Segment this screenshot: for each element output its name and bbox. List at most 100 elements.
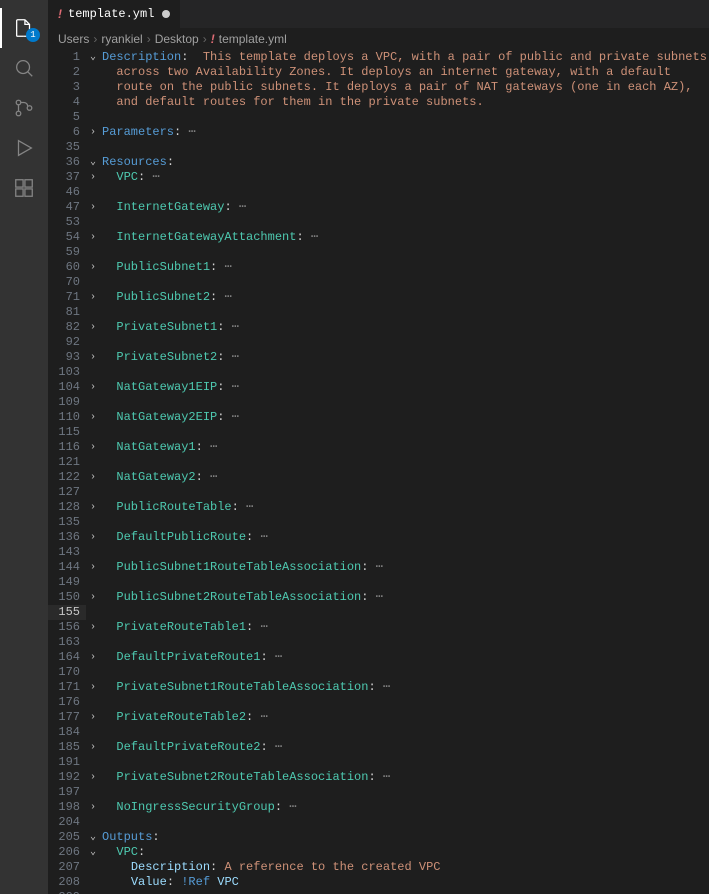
code-line[interactable]: 54› InternetGatewayAttachment: ⋯ xyxy=(48,230,709,245)
code-line[interactable]: 198› NoIngressSecurityGroup: ⋯ xyxy=(48,800,709,815)
code-line[interactable]: 110› NatGateway2EIP: ⋯ xyxy=(48,410,709,425)
code-line[interactable]: 171› PrivateSubnet1RouteTableAssociation… xyxy=(48,680,709,695)
code-editor[interactable]: 1⌄Description: This template deploys a V… xyxy=(48,50,709,894)
code-line[interactable]: 136› DefaultPublicRoute: ⋯ xyxy=(48,530,709,545)
code-line[interactable]: 164› DefaultPrivateRoute1: ⋯ xyxy=(48,650,709,665)
code-line[interactable]: 47› InternetGateway: ⋯ xyxy=(48,200,709,215)
code-line[interactable]: 127 xyxy=(48,485,709,500)
code-line[interactable]: 116› NatGateway1: ⋯ xyxy=(48,440,709,455)
fold-right-icon[interactable]: › xyxy=(86,500,100,515)
code-line[interactable]: 6›Parameters: ⋯ xyxy=(48,125,709,140)
code-line[interactable]: 46 xyxy=(48,185,709,200)
code-line[interactable]: 191 xyxy=(48,755,709,770)
fold-right-icon[interactable]: › xyxy=(86,590,100,605)
fold-right-icon[interactable]: › xyxy=(86,125,100,140)
code-line[interactable]: 206⌄ VPC: xyxy=(48,845,709,860)
code-line[interactable]: 81 xyxy=(48,305,709,320)
code-line[interactable]: 185› DefaultPrivateRoute2: ⋯ xyxy=(48,740,709,755)
extensions-icon[interactable] xyxy=(0,168,48,208)
fold-right-icon[interactable]: › xyxy=(86,350,100,365)
fold-right-icon[interactable]: › xyxy=(86,410,100,425)
breadcrumb-seg[interactable]: ryankiel xyxy=(101,32,142,46)
code-line[interactable]: 150› PublicSubnet2RouteTableAssociation:… xyxy=(48,590,709,605)
code-line[interactable]: 143 xyxy=(48,545,709,560)
fold-right-icon[interactable]: › xyxy=(86,770,100,785)
code-line[interactable]: 207 Description: A reference to the crea… xyxy=(48,860,709,875)
line-number: 92 xyxy=(48,335,86,350)
code-line[interactable]: 205⌄Outputs: xyxy=(48,830,709,845)
code-line[interactable]: 128› PublicRouteTable: ⋯ xyxy=(48,500,709,515)
code-line[interactable]: 82› PrivateSubnet1: ⋯ xyxy=(48,320,709,335)
fold-right-icon[interactable]: › xyxy=(86,170,100,185)
fold-down-icon[interactable]: ⌄ xyxy=(86,50,100,65)
code-line[interactable]: 192› PrivateSubnet2RouteTableAssociation… xyxy=(48,770,709,785)
source-control-icon[interactable] xyxy=(0,88,48,128)
code-line[interactable]: 1⌄Description: This template deploys a V… xyxy=(48,50,709,65)
code-line[interactable]: 5 xyxy=(48,110,709,125)
fold-right-icon[interactable]: › xyxy=(86,740,100,755)
code-line[interactable]: 121 xyxy=(48,455,709,470)
fold-right-icon[interactable]: › xyxy=(86,320,100,335)
code-line[interactable]: 135 xyxy=(48,515,709,530)
code-line[interactable]: 60› PublicSubnet1: ⋯ xyxy=(48,260,709,275)
code-line[interactable]: 170 xyxy=(48,665,709,680)
breadcrumb-seg[interactable]: Desktop xyxy=(155,32,199,46)
code-line[interactable]: 71› PublicSubnet2: ⋯ xyxy=(48,290,709,305)
fold-right-icon[interactable]: › xyxy=(86,680,100,695)
code-line[interactable]: 37› VPC: ⋯ xyxy=(48,170,709,185)
fold-right-icon[interactable]: › xyxy=(86,260,100,275)
fold-right-icon[interactable]: › xyxy=(86,560,100,575)
code-line[interactable]: 93› PrivateSubnet2: ⋯ xyxy=(48,350,709,365)
tab-template-yml[interactable]: ! template.yml xyxy=(48,0,181,28)
fold-right-icon[interactable]: › xyxy=(86,710,100,725)
fold-right-icon[interactable]: › xyxy=(86,650,100,665)
code-line[interactable]: 115 xyxy=(48,425,709,440)
fold-down-icon[interactable]: ⌄ xyxy=(86,155,100,170)
code-line[interactable]: 208 Value: !Ref VPC xyxy=(48,875,709,890)
code-line[interactable]: 59 xyxy=(48,245,709,260)
code-line[interactable]: 204 xyxy=(48,815,709,830)
breadcrumbs[interactable]: Users › ryankiel › Desktop › ! template.… xyxy=(48,28,709,50)
code-line[interactable]: 184 xyxy=(48,725,709,740)
code-line[interactable]: 177› PrivateRouteTable2: ⋯ xyxy=(48,710,709,725)
fold-right-icon[interactable]: › xyxy=(86,620,100,635)
code-line[interactable]: 149 xyxy=(48,575,709,590)
code-line[interactable]: 144› PublicSubnet1RouteTableAssociation:… xyxy=(48,560,709,575)
code-line[interactable]: 2 across two Availability Zones. It depl… xyxy=(48,65,709,80)
code-content: NoIngressSecurityGroup: ⋯ xyxy=(100,800,296,815)
fold-right-icon[interactable]: › xyxy=(86,800,100,815)
fold-down-icon[interactable]: ⌄ xyxy=(86,830,100,845)
code-line[interactable]: 3 route on the public subnets. It deploy… xyxy=(48,80,709,95)
code-line[interactable]: 155 xyxy=(48,605,709,620)
fold-right-icon[interactable]: › xyxy=(86,380,100,395)
code-line[interactable]: 197 xyxy=(48,785,709,800)
code-line[interactable]: 36⌄Resources: xyxy=(48,155,709,170)
breadcrumb-seg[interactable]: Users xyxy=(58,32,89,46)
code-line[interactable]: 35 xyxy=(48,140,709,155)
code-line[interactable]: 176 xyxy=(48,695,709,710)
search-icon[interactable] xyxy=(0,48,48,88)
code-line[interactable]: 70 xyxy=(48,275,709,290)
code-line[interactable]: 156› PrivateRouteTable1: ⋯ xyxy=(48,620,709,635)
code-line[interactable]: 4 and default routes for them in the pri… xyxy=(48,95,709,110)
code-line[interactable]: 209 xyxy=(48,890,709,894)
code-line[interactable]: 109 xyxy=(48,395,709,410)
code-content: PublicRouteTable: ⋯ xyxy=(100,500,253,515)
code-line[interactable]: 122› NatGateway2: ⋯ xyxy=(48,470,709,485)
fold-down-icon[interactable]: ⌄ xyxy=(86,845,100,860)
fold-right-icon[interactable]: › xyxy=(86,230,100,245)
code-line[interactable]: 103 xyxy=(48,365,709,380)
line-number: 1 xyxy=(48,50,86,65)
fold-right-icon[interactable]: › xyxy=(86,440,100,455)
code-line[interactable]: 53 xyxy=(48,215,709,230)
run-debug-icon[interactable] xyxy=(0,128,48,168)
fold-right-icon[interactable]: › xyxy=(86,290,100,305)
fold-right-icon[interactable]: › xyxy=(86,470,100,485)
code-line[interactable]: 104› NatGateway1EIP: ⋯ xyxy=(48,380,709,395)
fold-right-icon[interactable]: › xyxy=(86,200,100,215)
fold-right-icon[interactable]: › xyxy=(86,530,100,545)
explorer-icon[interactable]: 1 xyxy=(0,8,48,48)
breadcrumb-file[interactable]: template.yml xyxy=(219,32,287,46)
code-line[interactable]: 92 xyxy=(48,335,709,350)
code-line[interactable]: 163 xyxy=(48,635,709,650)
